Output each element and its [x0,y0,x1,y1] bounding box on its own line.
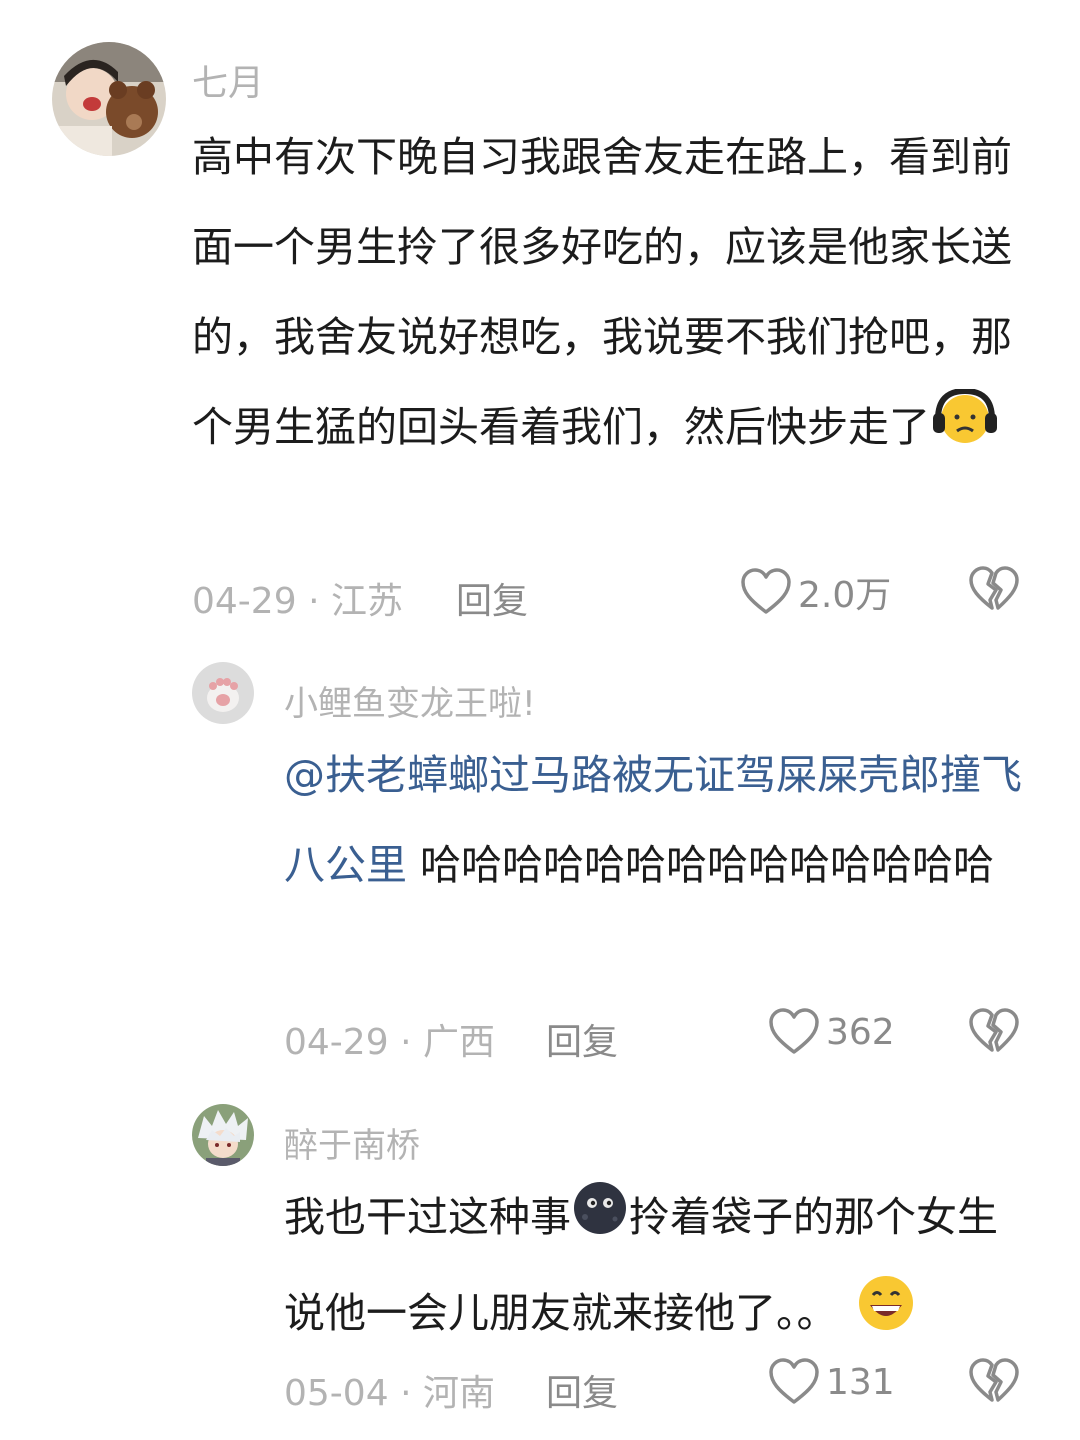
comment-text-before: 我也干过这种事 [284,1193,571,1241]
reply-button[interactable]: 回复 [456,572,528,624]
dislike-button[interactable] [968,1358,1020,1410]
avatar[interactable] [192,1104,254,1166]
like-button[interactable]: 131 [768,1358,895,1406]
comment-text: 高中有次下晚自习我跟舍友走在路上，看到前面一个男生拎了很多好吃的，应该是他家长送… [192,112,1022,478]
grinning-face-emoji [856,1273,916,1364]
reply-button[interactable]: 回复 [546,1364,618,1416]
dislike-button[interactable] [968,1008,1020,1060]
heart-icon [741,568,791,614]
broken-heart-icon [969,566,1019,610]
dislike-button[interactable] [968,566,1020,618]
like-button[interactable]: 2.0万 [740,566,891,618]
meta-separator: · [400,1022,412,1063]
username[interactable]: 醉于南桥 [284,1118,420,1167]
comment-date: 05-04 [284,1373,389,1414]
like-count: 131 [826,1361,895,1403]
dark-moon-face-emoji [571,1178,629,1268]
comment-meta: 04-29 · 广西 [284,1013,495,1065]
comment-location: 广西 [422,1022,495,1063]
username[interactable]: 小鲤鱼变龙王啦! [284,676,536,725]
broken-heart-icon [969,1008,1019,1052]
comment-text: @扶老蟑螂过马路被无证驾屎屎壳郎撞飞八公里 哈哈哈哈哈哈哈哈哈哈哈哈哈哈 [284,730,1024,910]
heart-icon [769,1008,819,1054]
like-count: 362 [826,1011,895,1053]
comment-date: 04-29 [192,581,297,622]
avatar[interactable] [192,662,254,724]
meta-separator: · [308,581,320,622]
username[interactable]: 七月 [192,54,264,106]
comment-meta: 05-04 · 河南 [284,1364,495,1416]
comment-location: 江苏 [330,581,403,622]
comment-date: 04-29 [284,1022,389,1063]
reply-button[interactable]: 回复 [546,1013,618,1065]
broken-heart-icon [969,1358,1019,1402]
comment-text-content: 哈哈哈哈哈哈哈哈哈哈哈哈哈哈 [407,841,995,889]
comment-text-content: 高中有次下晚自习我跟舍友走在路上，看到前面一个男生拎了很多好吃的，应该是他家长送… [192,133,1012,451]
heart-icon [769,1358,819,1404]
headphones-face-emoji [930,387,1000,478]
comment-text: 我也干过这种事 拎着袋子的那个女生说他一会儿朋友就来接他了。。 [284,1172,1024,1364]
comment-location: 河南 [422,1373,495,1414]
comment-meta: 04-29 · 江苏 [192,572,403,624]
like-button[interactable]: 362 [768,1008,895,1056]
like-count: 2.0万 [798,575,892,616]
meta-separator: · [400,1373,412,1414]
avatar[interactable] [52,42,166,156]
